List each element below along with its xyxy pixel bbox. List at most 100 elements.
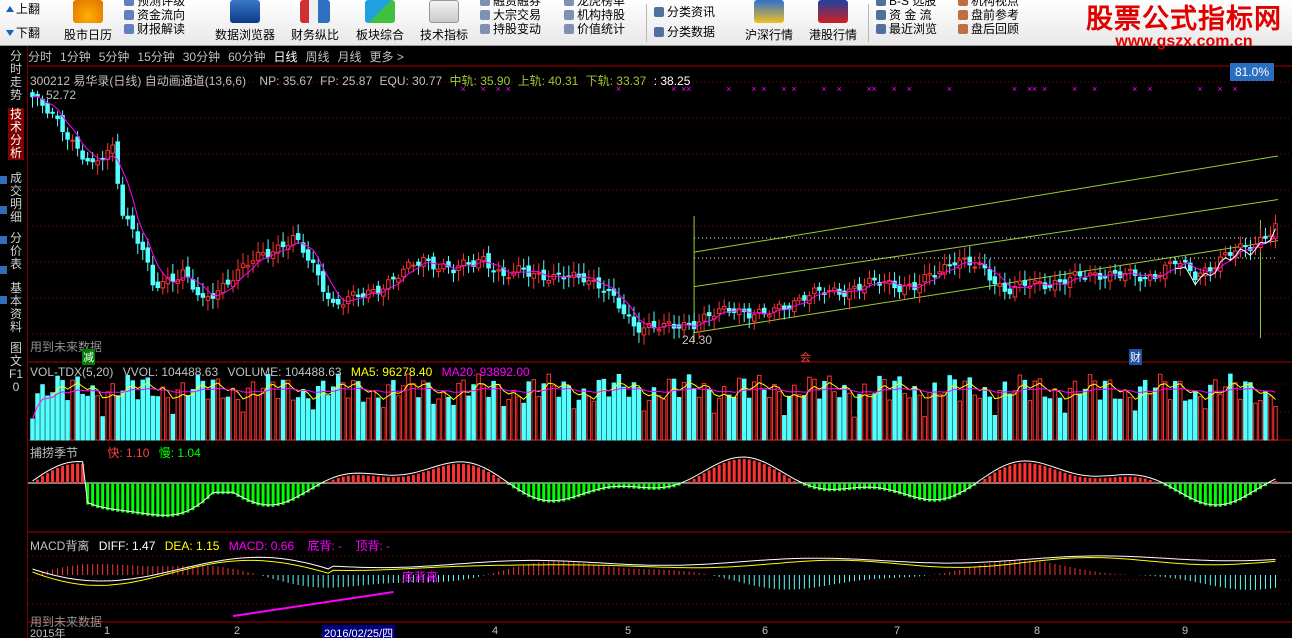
date-tick-label: 2015年 [30,628,66,638]
candle-body [987,268,993,281]
candle-body [220,282,226,294]
volume-bar [170,413,176,441]
volume-bar [220,397,226,441]
candle-body [496,269,501,272]
volume-bar [441,391,446,441]
candle-body [391,276,396,280]
volume-bar [205,398,211,441]
candle-body [315,264,321,276]
volume-bar [521,402,526,441]
candle-body [721,305,727,310]
candle-body [396,277,401,283]
event-marker-jian[interactable]: 减 [82,349,95,365]
volume-bar [1062,412,1068,441]
volume-bar [1152,387,1158,441]
candle-body [937,271,942,275]
volume-bar [225,396,231,441]
volume-bar [295,397,301,441]
candle-body [1077,271,1083,277]
volume-bar [857,393,862,441]
candle-body [491,270,496,273]
top-divergence-value: 顶背: - [355,539,391,553]
volume-bar [1233,382,1238,441]
volume-bar [852,416,857,441]
event-marker-hui[interactable]: 会 [800,349,811,365]
candle-body [195,287,201,296]
volume-bar [401,385,406,441]
period-option[interactable]: 60分钟 [228,48,265,66]
candle-body [401,268,406,278]
volume-bar [1147,393,1153,441]
volume-bar [576,399,582,441]
period-option[interactable]: 30分钟 [183,48,220,66]
period-option[interactable]: 更多 > [370,48,404,66]
volume-bar [1132,410,1138,441]
signal-marker: × [836,84,841,94]
volume-bar [526,381,531,441]
volume-bar [872,393,877,441]
volume-bar [65,400,70,441]
volume-bar [922,416,927,441]
signal-marker: × [791,84,796,94]
candle-body [406,261,411,269]
volume-bar [506,399,511,441]
volume-bar [270,381,276,441]
volume-bar [1117,398,1123,441]
macd-diff-line [32,555,1276,582]
volume-bar [942,391,947,441]
volume-bar [957,400,962,441]
period-option[interactable]: 周线 [305,48,329,66]
volume-bar [240,411,246,441]
candle-body [346,296,351,305]
volume-bar [155,396,161,441]
volume-bar [591,400,597,441]
period-option[interactable]: 15分钟 [137,48,174,66]
volume-bar [897,376,902,441]
volume-bar [381,407,386,441]
volume-bar [1258,399,1263,441]
signal-marker: × [892,84,897,94]
volume-bar [1183,400,1188,441]
candle-body [235,269,241,282]
candle-body [340,304,346,308]
candle-body [130,215,136,230]
candle-body [1022,280,1028,286]
period-option[interactable]: 1分钟 [60,48,91,66]
candle-body [416,261,421,266]
signal-marker: × [1012,84,1017,94]
candle-body [751,314,757,322]
candle-body [170,273,176,282]
volume-bar [947,375,952,441]
event-marker-cai[interactable]: 财 [1129,349,1142,365]
volume-bar [681,381,687,441]
candle-body [85,158,90,162]
volume-bar [631,382,637,441]
volume-bar [1127,396,1133,441]
volume-bar [1027,400,1033,441]
candle-body [436,268,441,273]
candle-body [802,295,807,301]
candle-body [1208,267,1213,272]
volume-bar [340,382,346,441]
candle-body [591,279,597,282]
candle-body [481,256,486,262]
period-option[interactable]: 月线 [338,48,362,66]
period-option[interactable]: 日线 [273,48,297,66]
period-option[interactable]: 分时 [28,48,52,66]
candle-body [1032,280,1038,284]
candle-body [1198,272,1203,277]
candle-body [1107,271,1113,282]
volume-bar [902,392,907,441]
volume-bar [426,382,431,441]
candle-body [90,158,95,163]
candle-body [947,264,952,267]
volume-bar [1263,391,1268,441]
volume-bar [105,391,110,441]
volume-bar [972,394,978,441]
volume-bar [446,396,451,441]
volume-bar [676,397,682,441]
volume-bar [300,388,306,441]
candle-body [952,262,957,266]
period-option[interactable]: 5分钟 [99,48,130,66]
volume-bar [601,378,607,441]
